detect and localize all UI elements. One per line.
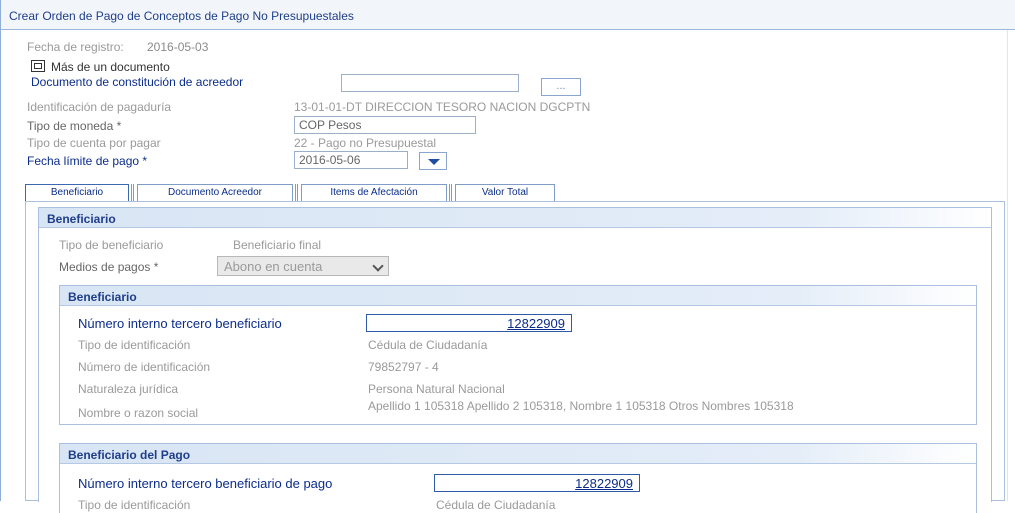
checkbox-icon [34, 63, 42, 69]
tab-separator [295, 184, 298, 202]
medios-pago-label: Medios de pagos * [59, 260, 159, 274]
mas-documento-checkbox[interactable] [31, 60, 45, 72]
naturaleza-juridica-label: Naturaleza jurídica [78, 382, 179, 396]
numero-interno-pago-label: Número interno tercero beneficiario de p… [78, 476, 333, 491]
beneficiario-pago-title: Beneficiario del Pago [68, 448, 191, 462]
fecha-registro-label: Fecha de registro: [27, 40, 124, 54]
moneda-label: Tipo de moneda * [27, 119, 122, 133]
doc-constitucion-input[interactable] [341, 74, 519, 92]
beneficiario-panel-title: Beneficiario [47, 212, 116, 226]
nombre-razon-social-value: Apellido 1 105318 Apellido 2 105318, Nom… [368, 399, 794, 413]
doc-constitucion-label: Documento de constitución de acreedor [31, 75, 244, 89]
tab-items-afectacion[interactable]: Items de Afectación [301, 184, 447, 202]
fecha-registro-value: 2016-05-03 [147, 40, 209, 54]
medios-pago-select[interactable]: Abono en cuenta [217, 256, 389, 276]
beneficiario-panel-header: Beneficiario [39, 208, 991, 228]
window-frame: Crear Orden de Pago de Conceptos de Pago… [0, 0, 1015, 513]
pagaduria-value: 13-01-01-DT DIRECCION TESORO NACION DGCP… [294, 100, 591, 114]
tab-valor-total[interactable]: Valor Total [455, 184, 555, 202]
numero-interno-input[interactable]: 12822909 [366, 314, 572, 332]
nombre-razon-social-label: Nombre o razon social [78, 406, 199, 420]
naturaleza-juridica-value: Persona Natural Nacional [368, 382, 505, 396]
chevron-down-icon [428, 159, 440, 165]
mas-documento-label: Más de un documento [51, 60, 170, 74]
beneficiario-panel: Beneficiario Tipo de beneficiario Benefi… [25, 201, 1005, 513]
tipo-identificacion-value: Cédula de Ciudadanía [368, 338, 488, 352]
numero-identificacion-value: 79852797 - 4 [368, 360, 439, 374]
tab-separator [131, 184, 134, 202]
tipo-cuenta-value: 22 - Pago no Presupuestal [294, 136, 437, 150]
beneficiario-section-header: Beneficiario [60, 286, 976, 306]
fecha-limite-input[interactable]: 2016-05-06 [294, 151, 408, 169]
pagaduria-label: Identificación de pagaduría [27, 100, 172, 114]
fecha-limite-dropdown-button[interactable] [419, 152, 447, 170]
tab-beneficiario[interactable]: Beneficiario [25, 184, 129, 202]
vertical-scrollbar[interactable] [1007, 30, 1015, 501]
beneficiario-pago-section: Beneficiario del Pago Número interno ter… [59, 443, 977, 513]
tab-separator [449, 184, 452, 202]
beneficiario-section-title: Beneficiario [68, 290, 137, 304]
numero-interno-label: Número interno tercero beneficiario [78, 316, 282, 331]
beneficiario-pago-header: Beneficiario del Pago [60, 444, 976, 464]
numero-interno-pago-input[interactable]: 12822909 [434, 474, 640, 492]
tipo-identificacion-pago-value: Cédula de Ciudadanía [436, 498, 556, 512]
tipo-cuenta-label: Tipo de cuenta por pagar [27, 136, 161, 150]
tipo-identificacion-label: Tipo de identificación [78, 338, 191, 352]
chevron-down-icon [372, 260, 384, 272]
tipo-identificacion-pago-label: Tipo de identificación [78, 498, 191, 512]
medios-pago-value: Abono en cuenta [224, 259, 323, 274]
beneficiario-outer-section: Beneficiario Tipo de beneficiario Benefi… [38, 207, 992, 513]
fecha-limite-label: Fecha límite de pago * [27, 154, 148, 168]
moneda-input[interactable]: COP Pesos [294, 116, 476, 134]
title-bar: Crear Orden de Pago de Conceptos de Pago… [1, 0, 1015, 30]
tipo-beneficiario-label: Tipo de beneficiario [59, 238, 164, 252]
tab-documento-acreedor[interactable]: Documento Acreedor [137, 184, 293, 202]
window-title: Crear Orden de Pago de Conceptos de Pago… [9, 9, 354, 23]
beneficiario-section: Beneficiario Número interno tercero bene… [59, 285, 977, 425]
numero-identificacion-label: Número de identificación [78, 360, 211, 374]
tipo-beneficiario-value: Beneficiario final [233, 238, 322, 252]
doc-constitucion-search-button[interactable]: ... [541, 78, 581, 96]
